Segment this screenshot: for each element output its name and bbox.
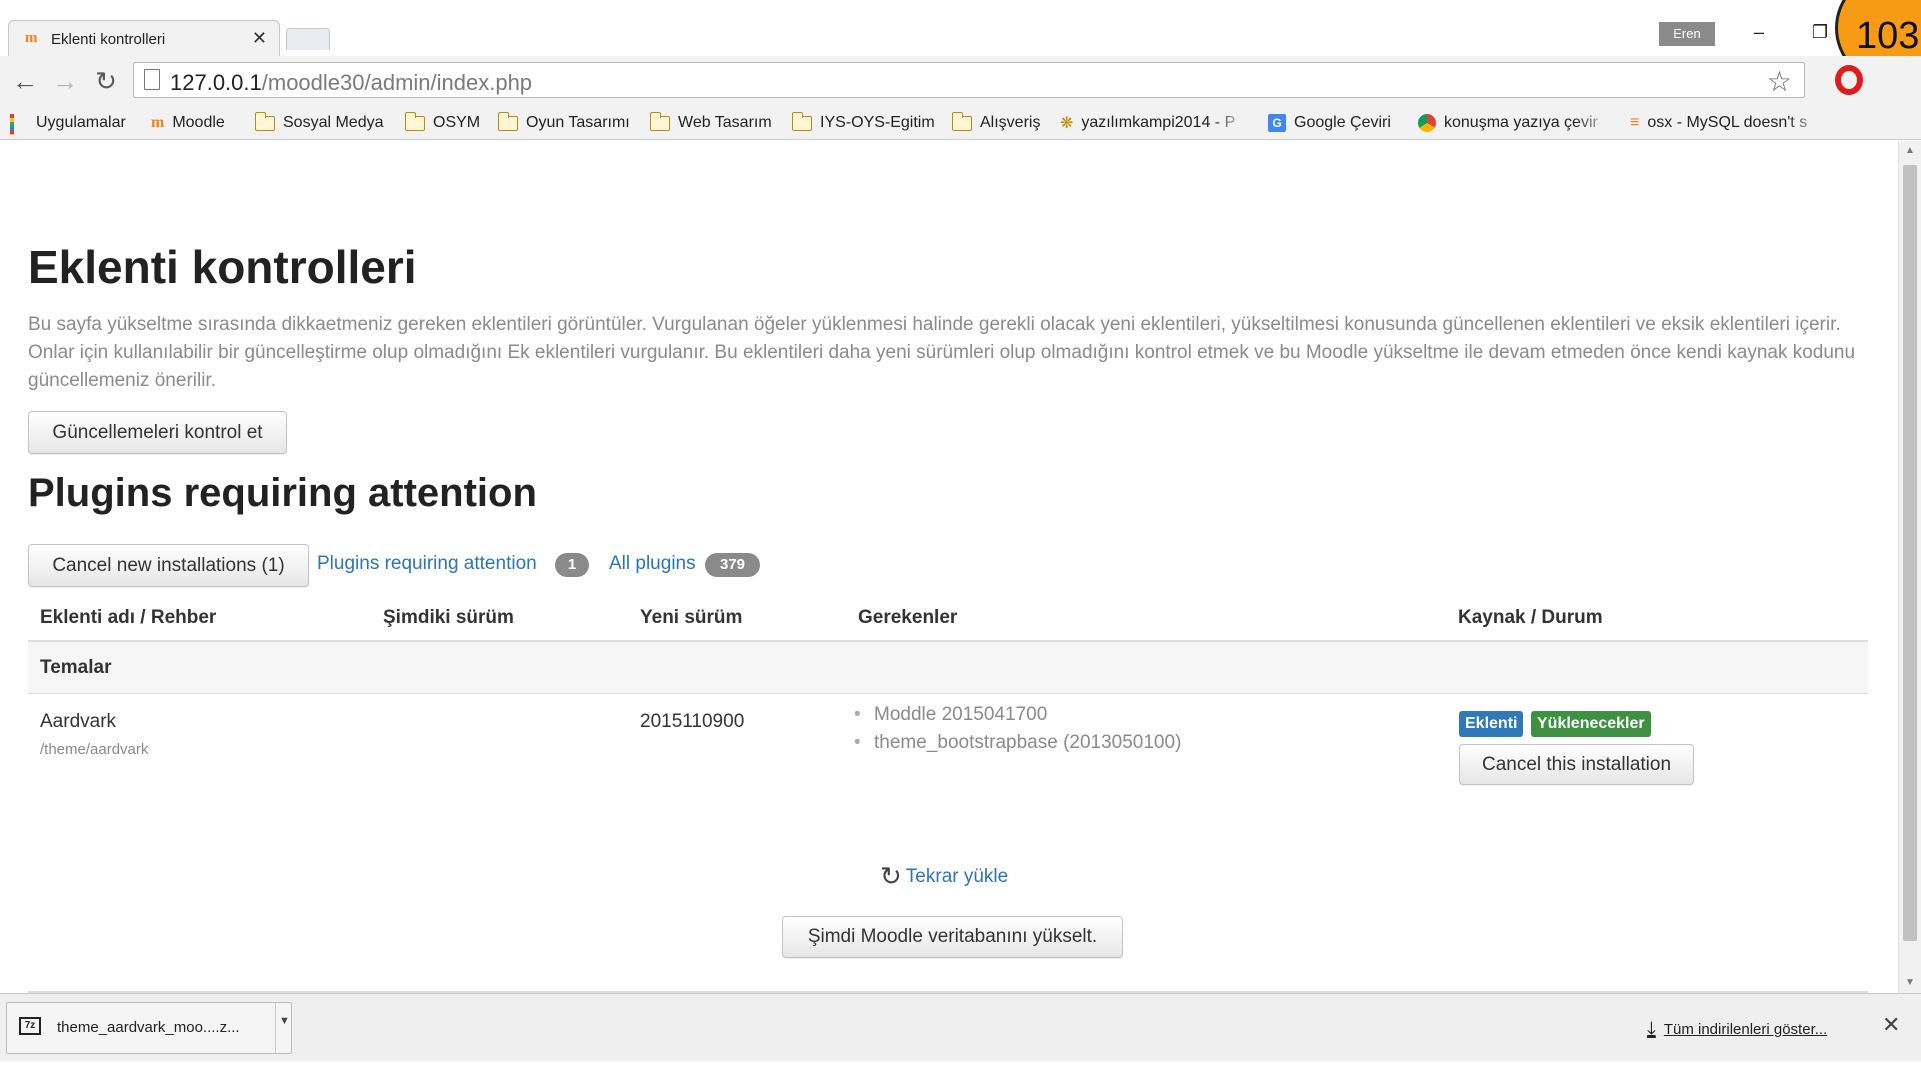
counter-value: 103: [1856, 15, 1920, 57]
plugins-table-header: Eklenti adı / Rehber Şimdiki sürüm Yeni …: [28, 596, 1868, 642]
scrollbar-thumb[interactable]: [1903, 165, 1917, 941]
folder-icon: [650, 111, 670, 131]
column-header-new-version: Yeni sürüm: [640, 607, 743, 628]
refresh-icon: ↻: [880, 861, 902, 891]
download-item-divider: [275, 1003, 276, 1053]
page-title: Eklenti kontrolleri: [28, 241, 417, 293]
requirement-item: theme_bootstrapbase (2013050100): [852, 729, 1181, 757]
upgrade-database-button[interactable]: Şimdi Moodle veritabanını yükselt.: [782, 916, 1123, 958]
back-arrow-icon[interactable]: ←: [10, 66, 40, 97]
group-label: Temalar: [40, 657, 112, 678]
folder-icon: [255, 111, 275, 131]
address-bar[interactable]: 127.0.0.1/moodle30/admin/index.php ☆: [133, 62, 1805, 98]
intro-text: Bu sayfa yükseltme sırasında dikkaetmeni…: [28, 314, 1856, 391]
page-icon: [144, 69, 160, 90]
requirement-item: Moddle 2015041700: [852, 701, 1181, 729]
google-translate-icon: G: [1268, 114, 1286, 132]
tiger-icon: ❋: [1060, 115, 1074, 132]
download-file-name: theme_aardvark_moo....z...: [57, 1019, 240, 1036]
download-item[interactable]: 7z theme_aardvark_moo....z... ▼: [6, 1002, 292, 1054]
new-tab-button[interactable]: [286, 28, 330, 50]
bookmark-konusma[interactable]: konuşma yazıya çevir: [1418, 111, 1614, 135]
scroll-down-icon[interactable]: ▼: [1899, 973, 1921, 993]
download-shelf: 7z theme_aardvark_moo....z... ▼ ⤓ Tüm in…: [0, 993, 1921, 1061]
plugin-name: Aardvark: [40, 711, 117, 732]
browser-tab-active[interactable]: m Eklenti kontrolleri ✕: [8, 20, 280, 56]
show-all-downloads-link[interactable]: ⤓ Tüm indirilenleri göster...: [1647, 1018, 1827, 1041]
requirements-list: Moddle 2015041700 theme_bootstrapbase (2…: [852, 701, 1181, 757]
bookmark-apps[interactable]: Uygulamalar: [10, 111, 126, 135]
folder-icon: [952, 111, 972, 131]
source-badge: Eklenti: [1459, 711, 1524, 737]
profile-badge[interactable]: Eren: [1659, 22, 1715, 46]
folder-icon: [792, 111, 812, 131]
browser-toolbar: ← → ↻ 127.0.0.1/moodle30/admin/index.php…: [0, 56, 1921, 106]
tab-close-icon[interactable]: ✕: [252, 28, 267, 49]
bookmark-alisveris[interactable]: Alışveriş: [952, 111, 1040, 135]
chrome-icon: [1418, 114, 1436, 132]
download-icon: ⤓: [1647, 1018, 1656, 1040]
forward-arrow-icon[interactable]: →: [50, 66, 80, 97]
bookmark-oyun-tasarimi[interactable]: Oyun Tasarımı: [498, 111, 630, 135]
folder-icon: [498, 111, 518, 131]
column-header-current-version: Şimdiki sürüm: [383, 607, 514, 628]
bookmark-osym[interactable]: OSYM: [405, 111, 480, 135]
chevron-down-icon[interactable]: ▼: [279, 1015, 290, 1027]
reload-link[interactable]: ↻ Tekrar yükle: [880, 861, 1008, 892]
minimize-icon[interactable]: –: [1739, 22, 1779, 43]
section-title: Plugins requiring attention: [28, 471, 537, 515]
attention-count-badge: 1: [555, 553, 589, 577]
check-updates-button[interactable]: Güncellemeleri kontrol et: [28, 411, 287, 454]
bookmark-web-tasarim[interactable]: Web Tasarım: [650, 111, 772, 135]
moodle-icon: m: [151, 114, 165, 131]
filter-all-link[interactable]: All plugins: [609, 553, 696, 575]
close-icon[interactable]: ✕: [1882, 1012, 1900, 1038]
new-version: 2015110900: [640, 711, 745, 732]
cancel-new-installations-button[interactable]: Cancel new installations (1): [28, 544, 309, 587]
reload-label: Tekrar yükle: [905, 865, 1009, 887]
browser-tabstrip: m Eklenti kontrolleri ✕ Eren – ❐ 103: [0, 0, 1921, 84]
folder-icon: [405, 111, 425, 131]
filter-attention-link[interactable]: Plugins requiring attention: [317, 553, 537, 575]
tab-title: Eklenti kontrolleri: [51, 31, 166, 48]
bookmark-yazilimkampi[interactable]: ❋ yazılımkampi2014 - P: [1060, 111, 1250, 135]
bookmark-sosyal-medya[interactable]: Sosyal Medya: [255, 111, 384, 135]
bookmark-star-icon[interactable]: ☆: [1767, 65, 1792, 98]
page-scrollbar[interactable]: ▲ ▼: [1898, 141, 1921, 993]
page-content: Eklenti kontrolleri Bu sayfa yükseltme s…: [0, 141, 1898, 993]
cancel-installation-button[interactable]: Cancel this installation: [1459, 744, 1694, 785]
bookmark-google-ceviri[interactable]: G Google Çeviri: [1268, 111, 1391, 135]
reload-icon[interactable]: ↻: [91, 66, 121, 97]
url-text: 127.0.0.1/moodle30/admin/index.php: [170, 70, 533, 95]
column-header-requirements: Gerekenler: [858, 607, 958, 628]
screen-bottom-margin: [0, 1061, 1921, 1080]
show-all-downloads-label: Tüm indirilenleri göster...: [1663, 1021, 1828, 1038]
bookmark-osx-mysql[interactable]: ≡ osx - MySQL doesn't s: [1630, 111, 1826, 135]
status-badge: Yüklenecekler: [1531, 711, 1651, 737]
plugin-path: /theme/aardvark: [40, 741, 149, 758]
bookmark-iys-oys-egitim[interactable]: IYS-OYS-Egitim: [792, 111, 935, 135]
archive-file-icon: 7z: [19, 1017, 41, 1035]
all-count-badge: 379: [705, 553, 760, 577]
bookmarks-bar: Uygulamalar m Moodle Sosyal Medya OSYM O…: [0, 106, 1921, 140]
opera-extension-icon[interactable]: [1835, 65, 1863, 95]
moodle-favicon-icon: m: [25, 30, 38, 46]
table-group-row: Temalar: [28, 642, 1868, 694]
restore-icon[interactable]: ❐: [1800, 22, 1840, 43]
column-header-source-status: Kaynak / Durum: [1458, 607, 1603, 628]
scroll-up-icon[interactable]: ▲: [1899, 141, 1921, 161]
stackoverflow-icon: ≡: [1630, 114, 1640, 131]
bookmark-moodle[interactable]: m Moodle: [151, 111, 225, 135]
column-header-name: Eklenti adı / Rehber: [40, 607, 217, 628]
apps-grid-icon: [10, 114, 28, 135]
